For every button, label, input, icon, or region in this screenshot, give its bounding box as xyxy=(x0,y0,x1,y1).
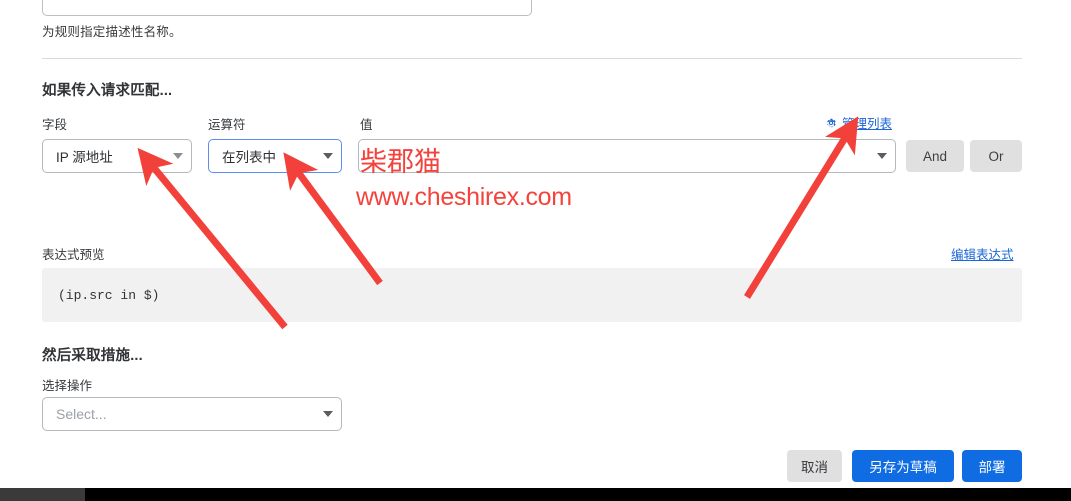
or-button[interactable]: Or xyxy=(970,140,1022,172)
arrow-to-operator-select xyxy=(283,152,383,286)
section-divider xyxy=(42,58,1022,59)
save-draft-button[interactable]: 另存为草稿 xyxy=(852,450,954,482)
gear-icon xyxy=(825,117,837,129)
operator-select-value: 在列表中 xyxy=(222,150,276,165)
chevron-down-icon xyxy=(877,153,887,159)
expression-preview-label: 表达式预览 xyxy=(42,248,105,262)
chevron-down-icon xyxy=(323,153,333,159)
field-select[interactable]: IP 源地址 xyxy=(42,139,192,173)
field-select-value: IP 源地址 xyxy=(56,150,113,165)
edit-expression-link[interactable]: 编辑表达式 xyxy=(951,244,1014,263)
chevron-down-icon xyxy=(173,153,183,159)
operator-select[interactable]: 在列表中 xyxy=(208,139,342,173)
horizontal-scrollbar-track[interactable] xyxy=(0,488,1071,501)
field-column-label: 字段 xyxy=(42,118,68,132)
deploy-button[interactable]: 部署 xyxy=(962,450,1022,482)
manage-list-action[interactable]: 管理列表 xyxy=(825,113,892,132)
action-select-placeholder: Select... xyxy=(56,406,107,422)
action-section-heading: 然后采取措施... xyxy=(42,348,143,364)
rule-name-helper-text: 为规则指定描述性名称。 xyxy=(42,25,182,39)
select-action-label: 选择操作 xyxy=(42,379,93,393)
chevron-down-icon xyxy=(323,411,333,417)
rule-name-input[interactable] xyxy=(42,0,532,16)
watermark-url: www.cheshirex.com xyxy=(356,183,572,211)
horizontal-scrollbar-thumb[interactable] xyxy=(0,488,85,501)
value-column-label: 值 xyxy=(360,118,373,132)
rule-editor-page: 为规则指定描述性名称。 如果传入请求匹配... 字段 运算符 值 管理列表 IP… xyxy=(0,0,1071,501)
operator-column-label: 运算符 xyxy=(208,118,246,132)
manage-list-link[interactable]: 管理列表 xyxy=(842,113,892,132)
value-select[interactable] xyxy=(358,139,896,173)
cancel-button[interactable]: 取消 xyxy=(787,450,842,482)
expression-preview-box xyxy=(42,268,1022,322)
and-button[interactable]: And xyxy=(906,140,964,172)
match-section-heading: 如果传入请求匹配... xyxy=(42,83,173,99)
action-select[interactable]: Select... xyxy=(42,397,342,431)
expression-preview-text: (ip.src in $) xyxy=(58,288,160,303)
